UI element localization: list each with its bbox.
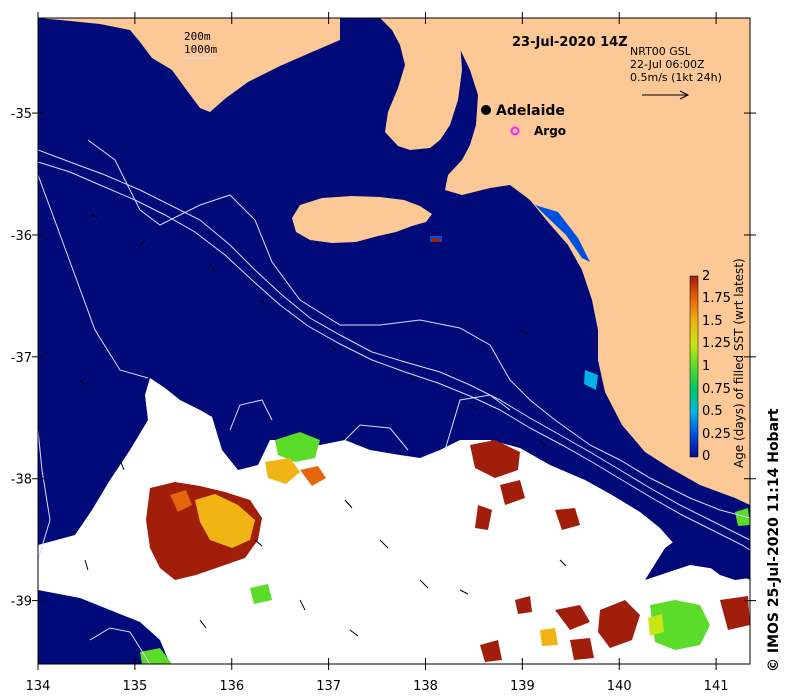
x-tick-label: 136 [219,679,244,694]
x-tick-label: 140 [607,679,632,694]
y-tick-label: -38 [11,473,32,488]
y-tick-label: -36 [11,229,32,244]
colorbar-tick: 0.25 [702,427,731,442]
y-tick-label: -35 [11,107,32,122]
colorbar-tick: 1.5 [702,314,723,329]
x-tick-label: 141 [704,679,729,694]
colorbar-tick: 1 [702,359,710,374]
depth-legend-200m: 200m [184,30,211,43]
current-time: 22-Jul 06:00Z [630,58,705,71]
colorbar-tick: 0.75 [702,382,731,397]
current-scale: 0.5m/s (1kt 24h) [630,71,722,84]
x-tick-label: 134 [26,679,51,694]
x-tick-label: 137 [316,679,341,694]
x-tick-label: 138 [413,679,438,694]
x-tick-label: 139 [510,679,535,694]
credit-text: © IMOS 25-Jul-2020 11:14 Hobart [766,408,782,672]
y-tick-label: -39 [11,595,32,610]
map-area[interactable]: Adelaide Argo 200m 1000m 23-Jul-2020 14Z… [38,18,750,664]
colorbar-tick: 0 [702,449,710,464]
x-tick-label: 135 [122,679,147,694]
colorbar-label: Age (days) of filled SST (wrt latest) [732,258,746,468]
sst-age-map: Adelaide Argo 200m 1000m 23-Jul-2020 14Z… [11,12,756,694]
argo-label: Argo [534,124,566,138]
colorbar-tick: 1.25 [702,336,731,351]
colorbar-tick: 1.75 [702,291,731,306]
depth-legend-1000m: 1000m [184,43,217,56]
colorbar-tick: 2 [702,269,710,284]
current-source: NRT00 GSL [630,45,692,58]
map-title: 23-Jul-2020 14Z [512,35,628,50]
adelaide-label: Adelaide [496,103,565,119]
y-tick-label: -37 [11,351,32,366]
colorbar-tick: 0.5 [702,404,723,419]
